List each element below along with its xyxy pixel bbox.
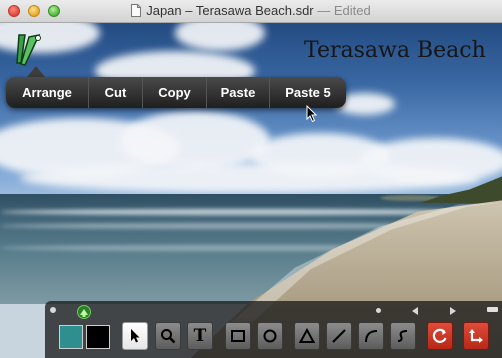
document-icon [131, 4, 142, 17]
arrow-pointer-icon [131, 329, 140, 343]
corner-arrow-icon [469, 329, 483, 343]
select-tool-button[interactable] [122, 322, 148, 350]
mouse-cursor-icon [306, 105, 318, 123]
context-menu: Arrange Cut Copy Paste Paste 5 [6, 77, 346, 108]
document-status: Edited [333, 3, 371, 18]
tool-palette: T [45, 301, 502, 358]
window-title: Japan – Terasawa Beach.sdr — Edited [0, 3, 502, 18]
menu-item-arrange[interactable]: Arrange [6, 77, 89, 108]
arc-icon [365, 330, 378, 343]
cloud [120, 111, 270, 171]
rectangle-tool-button[interactable] [225, 322, 251, 350]
menu-item-paste[interactable]: Paste [207, 77, 270, 108]
zoom-tool-button[interactable] [155, 322, 181, 350]
stroke-color-swatch[interactable] [86, 325, 110, 349]
rectangle-icon [231, 330, 245, 342]
text-icon: T [193, 326, 207, 346]
title-separator: — [317, 3, 331, 18]
menu-item-copy[interactable]: Copy [143, 77, 207, 108]
cloud [20, 163, 480, 193]
line-tool-button[interactable] [326, 322, 352, 350]
app-window: Japan – Terasawa Beach.sdr — Edited Tera… [0, 0, 502, 358]
arc-tool-button[interactable] [358, 322, 384, 350]
menu-item-cut[interactable]: Cut [89, 77, 143, 108]
up-arrow-button[interactable] [77, 305, 91, 319]
image-title-text[interactable]: Terasawa Beach [304, 38, 486, 63]
text-tool-button[interactable]: T [187, 322, 213, 350]
previous-page-icon[interactable] [412, 307, 418, 315]
cloud [175, 23, 265, 51]
triangle-icon [299, 328, 315, 343]
circle-icon [263, 329, 277, 343]
transform-tool-button[interactable] [463, 322, 489, 350]
line-icon [332, 329, 346, 343]
window-title-text: Japan – Terasawa Beach.sdr [146, 3, 314, 18]
rotate-tool-button[interactable] [427, 322, 453, 350]
oval-tool-button[interactable] [257, 322, 283, 350]
app-logo-icon [16, 33, 41, 66]
menu-pointer [27, 66, 45, 77]
curve-tool-button[interactable] [390, 322, 416, 350]
up-arrow-icon [80, 309, 88, 317]
palette-close-dot[interactable] [50, 307, 56, 313]
resize-handle[interactable] [487, 307, 498, 312]
next-page-icon[interactable] [450, 307, 456, 315]
curve-icon [397, 330, 408, 342]
rotate-icon [432, 328, 447, 343]
title-bar[interactable]: Japan – Terasawa Beach.sdr — Edited [0, 0, 502, 23]
page-indicator-dot [376, 308, 381, 313]
polygon-tool-button[interactable] [294, 322, 320, 350]
magnifier-icon [161, 329, 176, 344]
fill-color-swatch[interactable] [59, 325, 83, 349]
menu-item-paste-5[interactable]: Paste 5 [270, 77, 346, 108]
